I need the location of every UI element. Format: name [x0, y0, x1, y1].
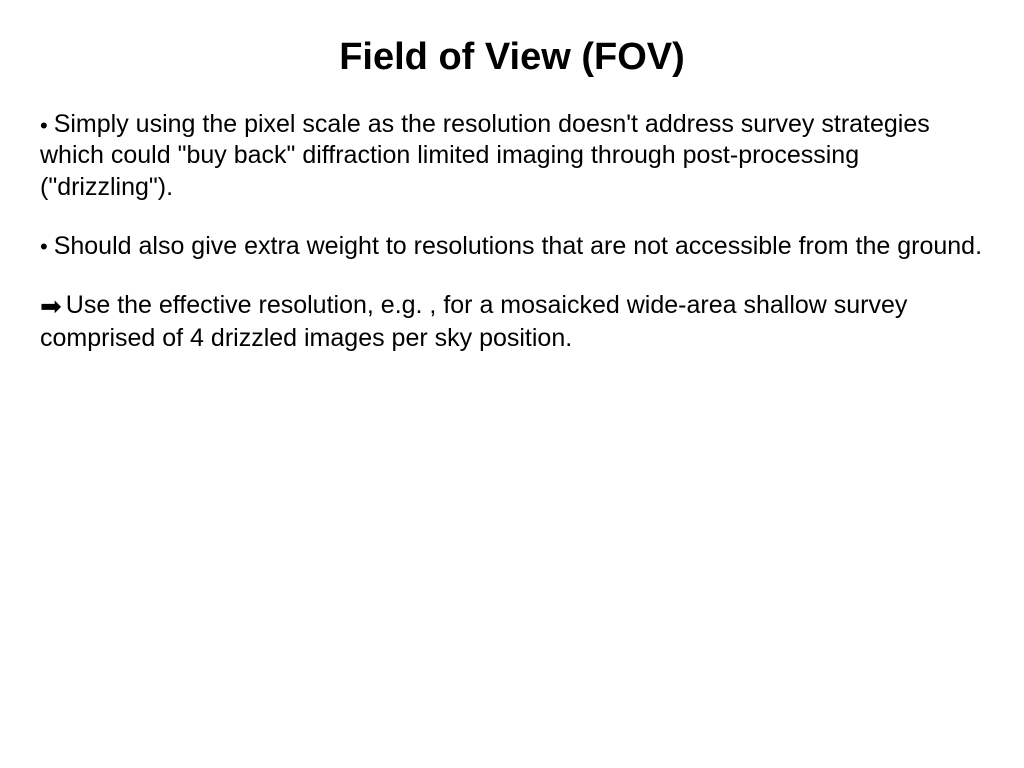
bullet-icon: • — [40, 233, 48, 261]
bullet-item: •Simply using the pixel scale as the res… — [40, 109, 984, 203]
slide-title: Field of View (FOV) — [40, 36, 984, 79]
bullet-text: Use the effective resolution, e.g. , for… — [40, 291, 907, 352]
bullet-item: ➡Use the effective resolution, e.g. , fo… — [40, 290, 984, 354]
bullet-item: •Should also give extra weight to resolu… — [40, 231, 984, 262]
bullet-text: Should also give extra weight to resolut… — [54, 232, 982, 260]
arrow-icon: ➡ — [40, 290, 62, 323]
bullet-icon: • — [40, 112, 48, 140]
bullet-text: Simply using the pixel scale as the reso… — [40, 110, 930, 201]
